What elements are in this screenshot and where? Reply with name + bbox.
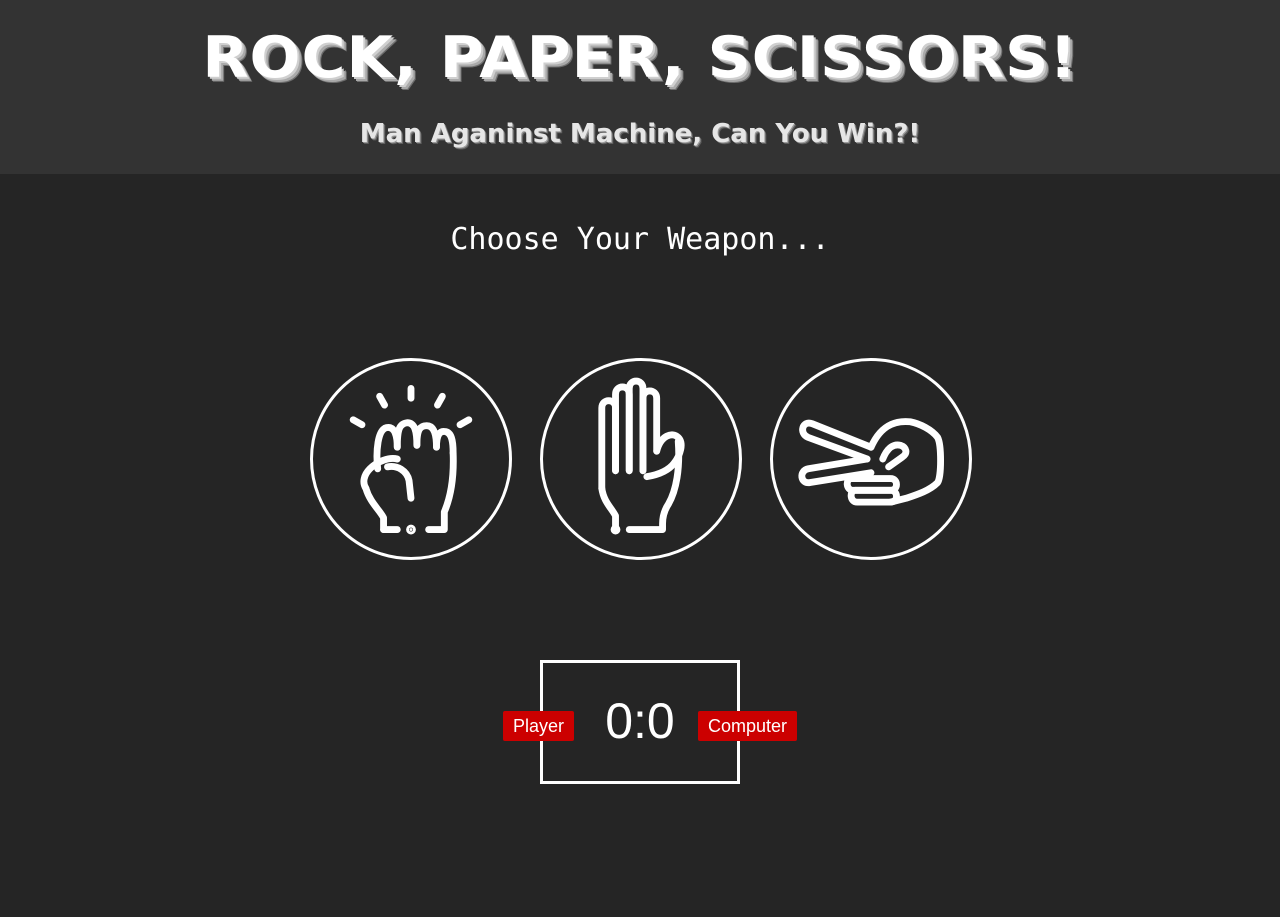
rock-button[interactable] [310, 358, 512, 560]
choose-weapon-prompt: Choose Your Weapon... [450, 222, 830, 257]
open-hand-icon [598, 377, 685, 535]
fist-icon [349, 385, 473, 535]
computer-badge: Computer [698, 711, 798, 741]
page-title: ROCK, PAPER, SCISSORS! [202, 24, 1078, 92]
page-subtitle: Man Aganinst Machine, Can You Win?! [359, 119, 921, 149]
peace-hand-icon [798, 418, 945, 506]
paper-button[interactable] [540, 358, 742, 560]
player-badge: Player [503, 711, 575, 741]
header: ROCK, PAPER, SCISSORS! Man Aganinst Mach… [0, 0, 1280, 174]
scissors-button[interactable] [770, 358, 972, 560]
